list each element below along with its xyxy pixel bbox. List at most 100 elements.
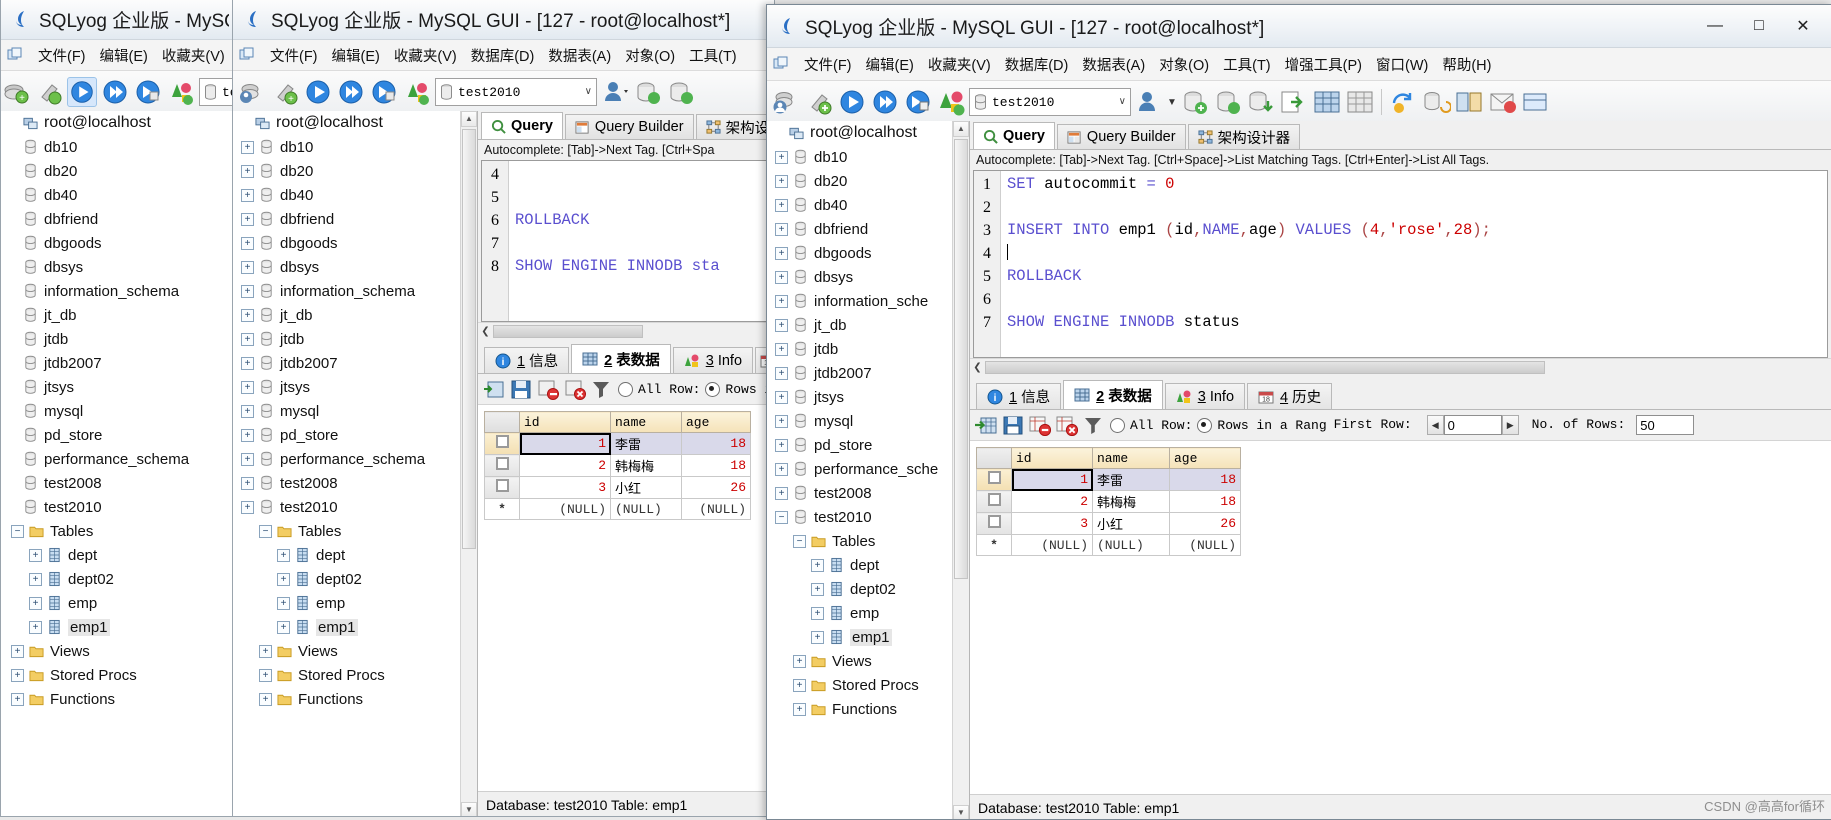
tree-database-list-front[interactable]: + db10 + db20 + db40 + dbfriend + dbgoods + dbsys + i…	[767, 145, 969, 721]
tree-expander[interactable]: +	[241, 308, 254, 322]
tree-expander[interactable]: +	[241, 188, 254, 202]
tree-db-db20[interactable]: + db20	[767, 169, 969, 193]
cell-id[interactable]: 1	[519, 432, 611, 455]
execute-current-icon[interactable]	[133, 77, 163, 107]
execute-current-query-icon[interactable]	[903, 87, 933, 117]
database-selector[interactable]: test2010 ∨	[435, 78, 597, 106]
window-middle[interactable]: SQLyog 企业版 - MySQL GUI - [127 - root@loc…	[232, 0, 775, 817]
menu-item-file[interactable]: 文件(F)	[31, 42, 93, 69]
cell-id[interactable]: 2	[1011, 490, 1093, 513]
save-changes-icon[interactable]	[1002, 415, 1024, 436]
scroll-left-icon[interactable]: ❮	[478, 326, 493, 337]
connection-manager-icon[interactable]	[771, 87, 801, 117]
tree-table-emp[interactable]: + emp	[767, 601, 969, 625]
tree-expander[interactable]: +	[277, 596, 290, 610]
tree-table-emp1[interactable]: + emp1	[233, 615, 477, 639]
scroll-up-icon[interactable]: ▲	[953, 121, 969, 137]
tree-db-jtsys[interactable]: jtsys	[1, 375, 234, 399]
tree-root[interactable]: root@localhost	[1, 111, 234, 135]
tree-db-test2010[interactable]: test2010	[1, 495, 234, 519]
tree-root[interactable]: root@localhost	[233, 111, 477, 135]
user-manager-icon[interactable]	[1134, 87, 1164, 117]
tree-db-information_schema[interactable]: information_schema	[1, 279, 234, 303]
radio-rows-in-range[interactable]	[705, 381, 721, 397]
grid-col-name[interactable]: name	[610, 411, 682, 433]
chevron-down-icon[interactable]: ∨	[1119, 96, 1126, 108]
tree-expander[interactable]: −	[775, 510, 788, 524]
delete-row-icon[interactable]	[564, 379, 586, 400]
cell-id[interactable]: (NULL)	[1011, 534, 1093, 556]
window-front-active[interactable]: SQLyog 企业版 - MySQL GUI - [127 - root@loc…	[766, 4, 1831, 820]
tree-table-dept[interactable]: + dept	[767, 553, 969, 577]
database-selector-front[interactable]: test2010 ∨	[969, 88, 1131, 116]
discard-changes-icon[interactable]	[537, 379, 559, 400]
first-row-decrement[interactable]: ◀	[1426, 415, 1444, 435]
toolbar-middle[interactable]: + test2010 ∨	[233, 71, 774, 114]
row-checkbox-cell[interactable]	[976, 512, 1012, 535]
tab-query[interactable]: Query	[481, 112, 563, 139]
tab-query-builder[interactable]: Query Builder	[564, 114, 694, 139]
grid-col-age[interactable]: age	[1169, 447, 1241, 469]
tree-expander[interactable]: +	[793, 678, 806, 692]
tree-db-db20[interactable]: db20	[1, 159, 234, 183]
table-row-new[interactable]: * (NULL) (NULL) (NULL)	[484, 498, 751, 520]
tree-expander[interactable]: +	[241, 452, 254, 466]
object-tree-front[interactable]: root@localhost + db10 + db20 + db40 + dbfriend +…	[767, 121, 970, 819]
menu-item-favorites[interactable]: 收藏夹(V)	[155, 42, 232, 69]
tree-expander[interactable]: +	[775, 366, 788, 380]
tree-expander[interactable]: +	[29, 548, 42, 562]
cell-age[interactable]: (NULL)	[681, 498, 751, 520]
tree-expander[interactable]: +	[241, 140, 254, 154]
tree-expander[interactable]: +	[775, 198, 788, 212]
tree-expander[interactable]: +	[775, 246, 788, 260]
tree-db-test2008[interactable]: + test2008	[233, 471, 477, 495]
execute-all-icon[interactable]	[336, 77, 366, 107]
close-button[interactable]: ✕	[1781, 13, 1825, 39]
tree-expander[interactable]: +	[775, 438, 788, 452]
tab-schema-designer[interactable]: 架构设计器	[1187, 124, 1301, 149]
titlebar-front[interactable]: SQLyog 企业版 - MySQL GUI - [127 - root@loc…	[767, 5, 1831, 48]
tree-db-jtdb2007[interactable]: + jtdb2007	[767, 361, 969, 385]
row-checkbox-cell[interactable]	[976, 490, 1012, 513]
cell-name[interactable]: 李雷	[610, 432, 682, 455]
tree-db-db20[interactable]: + db20	[233, 159, 477, 183]
tree-db-jtsys[interactable]: + jtsys	[233, 375, 477, 399]
menu-item-objects[interactable]: 对象(O)	[1152, 51, 1216, 78]
table-row[interactable]: 3 小红 26	[484, 476, 751, 499]
scrollbar-thumb[interactable]	[462, 129, 476, 549]
result-tab-objects-info[interactable]: 3 Info	[672, 347, 754, 373]
scrollbar-thumb[interactable]	[954, 139, 968, 579]
user-dropdown-arrow[interactable]: ▼	[1167, 97, 1177, 108]
tree-folder-functions[interactable]: + Functions	[767, 697, 969, 721]
row-checkbox[interactable]	[987, 493, 1001, 506]
tree-folder-stored-procs[interactable]: + Stored Procs	[767, 673, 969, 697]
table-grid-gray-icon[interactable]	[1345, 87, 1375, 117]
tree-folder-functions[interactable]: + Functions	[1, 687, 234, 711]
tree-db-performance_schema[interactable]: + performance_schema	[233, 447, 477, 471]
query-tabs-front[interactable]: Query Query Builder 架构设计器	[970, 121, 1831, 150]
first-row-increment[interactable]: ▶	[1501, 415, 1519, 435]
tree-expander[interactable]: +	[11, 668, 24, 682]
tab-query-builder[interactable]: Query Builder	[1056, 124, 1186, 149]
grid-toolbar-middle[interactable]: All Row: Rows in a Rang	[478, 374, 774, 405]
cell-name[interactable]: (NULL)	[1092, 534, 1170, 556]
row-checkbox-cell[interactable]	[484, 432, 520, 455]
tree-expander[interactable]: +	[241, 284, 254, 298]
tree-scrollbar-middle[interactable]: ▲ ▼	[460, 111, 477, 816]
execute-current-icon[interactable]	[369, 77, 399, 107]
sql-editor-front[interactable]: 1 2 3 4 5 6 7 SET autocommit = 0 INSERT INTO e…	[973, 170, 1828, 358]
row-checkbox[interactable]	[495, 435, 509, 448]
chevron-down-icon[interactable]: ∨	[585, 86, 592, 98]
tree-expander[interactable]: +	[241, 404, 254, 418]
menu-item-tools[interactable]: 工具(T)	[682, 42, 744, 69]
scrollbar-thumb[interactable]	[985, 361, 1545, 374]
radio-all-rows[interactable]	[618, 381, 633, 397]
cell-age[interactable]: 26	[681, 476, 751, 499]
discard-changes-icon[interactable]	[1029, 415, 1051, 436]
tree-expander[interactable]: +	[775, 414, 788, 428]
tree-expander[interactable]: +	[775, 294, 788, 308]
menu-item-file[interactable]: 文件(F)	[797, 51, 859, 78]
tree-expander[interactable]: +	[775, 390, 788, 404]
tree-expander[interactable]: +	[241, 236, 254, 250]
query-pane-front[interactable]: Query Query Builder 架构设计器 Autocomplete: …	[970, 121, 1831, 819]
